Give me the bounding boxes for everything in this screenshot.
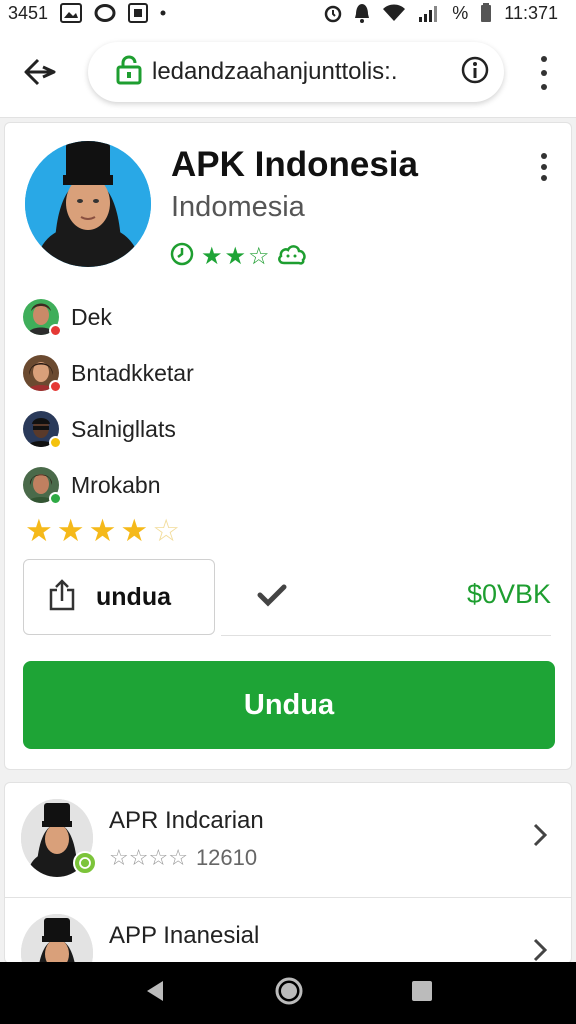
battery-text: % xyxy=(452,2,469,23)
app-detail-card: APK Indonesia Indomesia ★★☆ Dek Bntadk xyxy=(4,122,572,770)
developer-avatar xyxy=(23,355,62,393)
star-empty-icon: ☆ xyxy=(152,513,180,548)
star-empty-icon: ☆ xyxy=(248,242,270,270)
wifi-icon xyxy=(382,4,406,22)
star-filled-icon: ★ xyxy=(56,513,85,548)
vibrate-icon xyxy=(354,3,370,23)
developer-item[interactable]: Mrokabn xyxy=(23,457,194,513)
related-app-avatar xyxy=(21,914,93,963)
star-filled-icon: ★ xyxy=(201,242,223,270)
star-empty-icon: ☆ xyxy=(168,845,188,870)
menu-dot xyxy=(541,175,547,181)
list-item[interactable]: APR Indcarian ☆ ☆ ☆ ☆ 12610 xyxy=(5,783,571,897)
star-empty-icon: ☆ xyxy=(109,845,129,870)
app-rating: ★ ★ ☆ xyxy=(169,241,308,272)
app-avatar xyxy=(25,141,151,267)
developer-list: Dek Bntadkketar Salnigllats Mrokabn xyxy=(23,289,194,513)
developer-avatar xyxy=(23,411,62,449)
cloud-icon xyxy=(276,241,308,272)
nav-home-icon xyxy=(275,977,303,1004)
related-app-title: APP Inanesial xyxy=(109,922,260,949)
developer-name: Salnigllats xyxy=(71,415,176,442)
app-title: APK Indonesia xyxy=(171,145,418,184)
related-app-avatar xyxy=(21,799,97,877)
developer-name: Mrokabn xyxy=(71,471,161,498)
share-icon xyxy=(48,578,76,616)
nav-back-icon xyxy=(147,980,164,1001)
status-badge xyxy=(49,436,62,449)
alarm-icon xyxy=(324,3,342,23)
star-filled-icon: ★ xyxy=(25,513,53,548)
developer-avatar xyxy=(23,299,62,337)
browser-menu-button[interactable] xyxy=(534,56,554,90)
developer-name: Dek xyxy=(71,303,112,330)
related-app-meta: ☆ ☆ ☆ ☆ 12610 xyxy=(109,845,257,871)
developer-item[interactable]: Dek xyxy=(23,289,194,345)
related-app-title: APR Indcarian xyxy=(109,807,264,834)
site-info-icon[interactable] xyxy=(460,55,490,90)
more-notifications-icon xyxy=(160,10,166,16)
related-app-stars: ☆ ☆ ☆ ☆ xyxy=(109,847,188,869)
developer-item[interactable]: Salnigllats xyxy=(23,401,194,457)
status-bar: 3451 % 11:371 xyxy=(0,0,576,26)
url-text: ledandzaahanjunttolis:. xyxy=(152,58,398,85)
status-badge xyxy=(49,324,62,337)
app-subtitle: Indomesia xyxy=(171,191,305,223)
back-arrow-icon xyxy=(24,58,56,86)
review-rating[interactable]: ★ ★ ★ ★ ☆ xyxy=(25,515,180,546)
price-label: $0VBK xyxy=(466,579,551,609)
star-empty-icon: ☆ xyxy=(128,845,149,870)
related-apps-list: APR Indcarian ☆ ☆ ☆ ☆ 12610 APP Inanesial xyxy=(4,782,572,964)
status-badge xyxy=(49,492,62,505)
star-empty-icon: ☆ xyxy=(148,845,169,870)
menu-dot xyxy=(541,153,547,159)
signal-icon xyxy=(418,4,440,22)
whatsapp-badge-icon xyxy=(73,851,97,875)
card-menu-button[interactable] xyxy=(539,153,549,181)
system-navigation-bar xyxy=(0,962,576,1024)
menu-dot xyxy=(541,56,547,62)
menu-dot xyxy=(541,70,547,76)
chevron-right-icon xyxy=(533,823,548,847)
chevron-right-icon xyxy=(533,938,548,962)
menu-dot xyxy=(541,84,547,90)
lock-icon xyxy=(116,54,142,90)
status-time-right: 11:371 xyxy=(504,2,558,23)
person-avatar-icon xyxy=(25,141,151,267)
star-filled-icon: ★ xyxy=(224,242,247,270)
app-stars: ★ ★ ☆ xyxy=(201,242,270,270)
star-filled-icon: ★ xyxy=(120,513,149,548)
browser-toolbar: ledandzaahanjunttolis:. xyxy=(0,26,576,118)
app-notification-icon xyxy=(128,3,149,23)
status-time-left: 3451 xyxy=(8,2,49,23)
back-button[interactable] xyxy=(20,52,60,92)
list-item[interactable]: APP Inanesial xyxy=(5,897,571,963)
nav-home-button[interactable] xyxy=(274,976,304,1011)
nav-recents-button[interactable] xyxy=(411,980,433,1007)
nav-back-button[interactable] xyxy=(143,979,167,1008)
developer-name: Bntadkketar xyxy=(71,359,194,386)
share-label: undua xyxy=(96,582,171,611)
share-button[interactable]: undua xyxy=(23,559,215,635)
related-app-count: 12610 xyxy=(195,845,258,870)
chat-notification-icon xyxy=(94,3,116,23)
timer-icon xyxy=(169,241,195,272)
divider xyxy=(221,635,551,636)
address-bar[interactable]: ledandzaahanjunttolis:. xyxy=(88,42,504,102)
battery-icon xyxy=(480,3,492,23)
developer-item[interactable]: Bntadkketar xyxy=(23,345,194,401)
check-icon[interactable] xyxy=(255,581,289,611)
status-badge xyxy=(49,380,62,393)
developer-avatar xyxy=(23,467,62,505)
install-button[interactable]: Undua xyxy=(23,661,555,749)
nav-recents-icon xyxy=(411,980,432,1001)
image-notification-icon xyxy=(60,3,83,23)
menu-dot xyxy=(541,164,547,170)
star-filled-icon: ★ xyxy=(88,513,117,548)
